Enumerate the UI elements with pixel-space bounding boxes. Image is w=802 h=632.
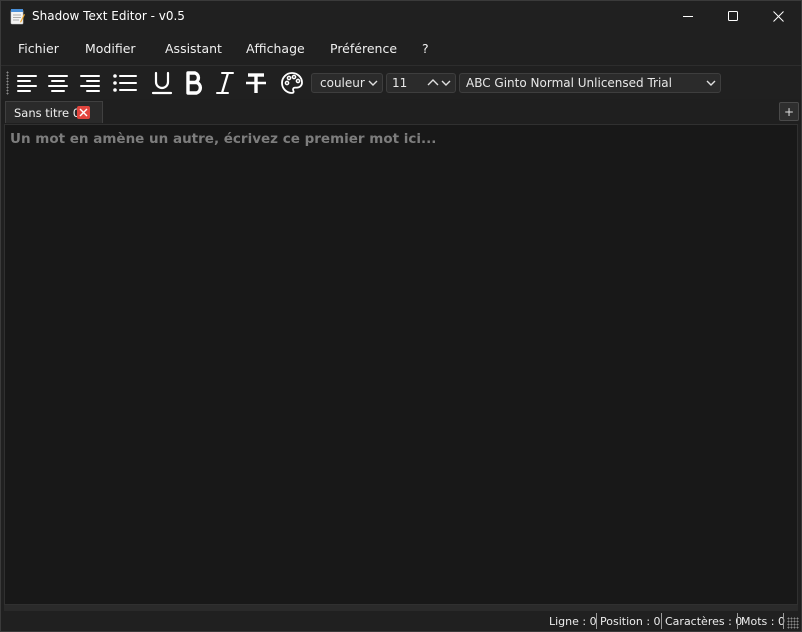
menu-bar: Fichier Modifier Assistant Affichage Pré… (1, 32, 801, 65)
menu-preference[interactable]: Préférence (330, 41, 397, 56)
maximize-icon (727, 11, 738, 21)
underline-button[interactable] (149, 70, 175, 96)
strikethrough-button[interactable] (243, 70, 269, 96)
font-family-value: ABC Ginto Normal Unlicensed Trial (466, 76, 672, 90)
tab-document[interactable]: Sans titre 0 (5, 101, 103, 123)
strikethrough-icon (246, 73, 266, 93)
status-separator (737, 613, 738, 629)
toolbar-grip[interactable] (6, 71, 9, 95)
bold-button[interactable] (181, 70, 207, 96)
window-title: Shadow Text Editor - v0.5 (32, 9, 185, 23)
status-separator (783, 613, 784, 629)
chevron-up-icon[interactable] (427, 78, 439, 88)
status-characters: Caractères : 0 (665, 615, 743, 628)
chevron-down-icon (368, 80, 378, 86)
status-bar: Ligne : 0 Position : 0 Caractères : 0 Mo… (1, 611, 801, 631)
status-words: Mots : 0 (741, 615, 785, 628)
resize-grip[interactable] (787, 617, 799, 629)
align-left-icon (17, 75, 37, 92)
status-separator (596, 613, 597, 629)
menu-affichage[interactable]: Affichage (246, 41, 305, 56)
underline-icon (151, 71, 173, 95)
minimize-button[interactable] (665, 1, 711, 32)
editor-area (4, 124, 798, 605)
menu-fichier[interactable]: Fichier (18, 41, 59, 56)
notepad-app-icon (10, 8, 25, 25)
italic-button[interactable] (212, 70, 238, 96)
tab-bar: Sans titre 0 + (1, 99, 801, 124)
close-icon (79, 108, 88, 117)
align-right-button[interactable] (77, 70, 103, 96)
maximize-button[interactable] (710, 1, 756, 32)
close-window-button[interactable] (755, 1, 801, 32)
chevron-down-icon[interactable] (441, 78, 451, 88)
font-size-value: 11 (392, 76, 408, 90)
bullet-list-icon (113, 74, 137, 92)
menu-assistant[interactable]: Assistant (165, 41, 222, 56)
app-window: Shadow Text Editor - v0.5 Fichier Modifi… (0, 0, 802, 632)
status-position: Position : 0 (600, 615, 661, 628)
chevron-down-icon (706, 80, 716, 86)
color-select[interactable]: couleur (311, 73, 383, 93)
color-palette-button[interactable] (279, 70, 305, 96)
font-family-select[interactable]: ABC Ginto Normal Unlicensed Trial (459, 73, 721, 93)
align-right-icon (80, 75, 100, 92)
color-select-value: couleur (320, 76, 365, 90)
menu-modifier[interactable]: Modifier (85, 41, 136, 56)
format-toolbar: couleur 11 ABC Ginto Normal Unlicensed T… (1, 65, 801, 99)
editor-textarea[interactable] (5, 125, 797, 604)
tab-close-button[interactable] (77, 106, 90, 119)
align-center-button[interactable] (45, 70, 71, 96)
menu-help[interactable]: ? (422, 41, 429, 56)
bold-icon (186, 71, 203, 95)
tab-label: Sans titre 0 (14, 105, 81, 120)
close-icon (772, 11, 784, 22)
status-separator (661, 613, 662, 629)
align-left-button[interactable] (14, 70, 40, 96)
add-tab-button[interactable]: + (779, 102, 799, 121)
font-size-spinbox[interactable]: 11 (386, 73, 456, 93)
minimize-icon (682, 16, 693, 17)
align-center-icon (48, 75, 68, 92)
bullet-list-button[interactable] (112, 70, 138, 96)
palette-icon (281, 72, 303, 94)
status-line: Ligne : 0 (549, 615, 597, 628)
title-bar[interactable]: Shadow Text Editor - v0.5 (1, 1, 801, 32)
italic-icon (216, 72, 234, 94)
